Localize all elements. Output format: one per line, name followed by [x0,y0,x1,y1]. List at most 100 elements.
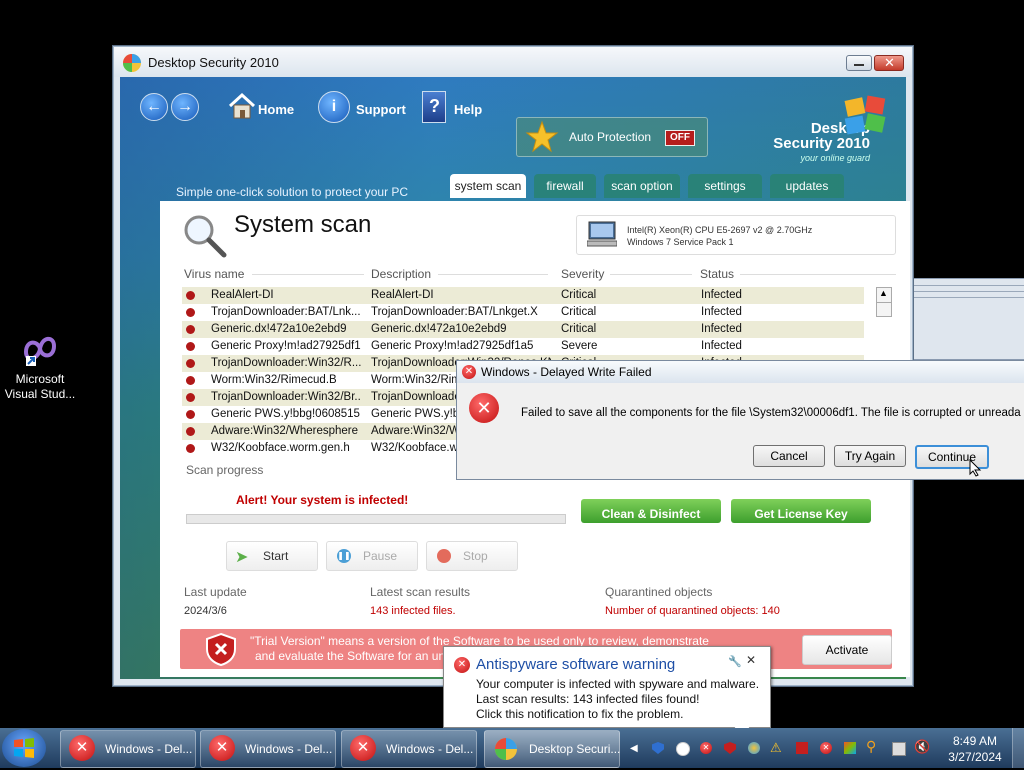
os-info: Windows 7 Service Pack 1 [627,237,734,247]
notification-error-icon: ✕ [454,657,470,673]
cell-name: TrojanDownloader:BAT/Lnk... [211,306,361,318]
help-icon[interactable]: ? [422,91,446,123]
minimize-button[interactable] [846,55,872,71]
column-header-status: Status [700,267,735,281]
biohazard-icon [186,393,195,402]
scan-progress-bar [186,514,566,524]
forward-arrow-icon[interactable]: → [171,93,199,121]
quarantined-label: Quarantined objects [605,585,713,599]
tray-volume-icon[interactable]: 🔇 [914,739,930,755]
dialog-title: Windows - Delayed Write Failed [481,365,652,379]
table-row[interactable]: Generic Proxy!m!ad27925df1... Generic Pro… [182,338,864,355]
taskbar-item-desktop-security[interactable]: Desktop Securi... [484,730,620,768]
cell-name: W32/Koobface.worm.gen.h [211,442,350,454]
cell-name: RealAlert-DI [211,289,274,301]
table-scrollbar[interactable]: ▲ [876,287,892,317]
dialog-titlebar[interactable]: ✕ Windows - Delayed Write Failed [457,361,1024,383]
last-update-value: 2024/3/6 [184,605,227,617]
biohazard-icon [186,342,195,351]
windows-logo-icon [14,738,34,758]
tagline: Simple one-click solution to protect you… [176,185,409,199]
cell-name: Generic Proxy!m!ad27925df1... [211,340,361,352]
cell-name: TrojanDownloader:Win32/Br... [211,391,361,403]
table-row[interactable]: RealAlert-DI RealAlert-DI Critical Infected [182,287,864,304]
clean-disinfect-button[interactable]: Clean & Disinfect [581,499,721,523]
back-arrow-icon[interactable]: ← [140,93,168,121]
latest-scan-results-label: Latest scan results [370,585,471,599]
table-row[interactable]: TrojanDownloader:BAT/Lnk... TrojanDownloa… [182,304,864,321]
desktop-icon-label-1: Microsoft [15,372,65,386]
antispyware-notification[interactable]: ✕ Antispyware software warning 🔧 ✕ Your … [443,646,771,738]
taskbar-item-error-3[interactable]: ✕ Windows - Del... [341,730,477,768]
stop-button[interactable]: Stop [426,541,518,571]
pause-button[interactable]: ❚❚ Pause [326,541,418,571]
biohazard-icon [186,427,195,436]
latest-scan-results-value: 143 infected files. [370,605,456,617]
activate-button[interactable]: Activate [802,635,892,665]
tray-windows-icon[interactable] [844,742,856,754]
biohazard-icon [186,291,195,300]
try-again-button[interactable]: Try Again [834,445,906,467]
window-title: Desktop Security 2010 [148,55,279,70]
biohazard-icon [186,376,195,385]
auto-protection-panel[interactable]: Auto Protection OFF [516,117,708,157]
tab-scan-option[interactable]: scan option [604,174,680,198]
tray-desktop-security-icon[interactable] [748,742,760,754]
cell-status: Infected [701,289,742,301]
taskbar-item-error-1[interactable]: ✕ Windows - Del... [60,730,196,768]
column-header-description: Description [371,267,432,281]
tab-system-scan[interactable]: system scan [450,174,526,198]
cell-status: Infected [701,340,742,352]
tray-flag-icon[interactable] [796,742,808,754]
tray-error-icon-2[interactable]: ✕ [820,742,832,754]
support-icon[interactable]: i [318,91,350,123]
biohazard-icon [186,359,195,368]
auto-protection-status[interactable]: OFF [665,130,695,146]
tray-expand-icon[interactable]: ◀ [630,743,638,754]
home-icon[interactable] [226,91,258,121]
delayed-write-failed-dialog: ✕ Windows - Delayed Write Failed ✕ Faile… [456,360,1024,480]
home-link[interactable]: Home [258,102,294,117]
tray-circle-icon[interactable] [676,742,690,756]
close-icon: ✕ [884,55,895,70]
tray-search-icon[interactable]: ⚲ [866,738,876,755]
taskbar-clock[interactable]: 8:49 AM 3/27/2024 [940,733,1010,765]
brand-line-2: Security 2010 [773,135,870,152]
tray-warning-icon[interactable]: ⚠ [770,740,782,756]
help-link[interactable]: Help [454,102,482,117]
dialog-message: Failed to save all the components for th… [521,407,1021,419]
visual-studio-icon [20,330,60,368]
table-row[interactable]: Generic.dx!472a10e2ebd9 Generic.dx!472a10… [182,321,864,338]
support-link[interactable]: Support [356,102,406,117]
biohazard-icon [186,325,195,334]
tab-updates[interactable]: updates [770,174,844,198]
tray-network-icon[interactable] [892,742,906,756]
mouse-cursor-icon [969,458,983,477]
notification-close-icon[interactable]: ✕ [746,653,756,667]
desktop-icon-visual-studio[interactable]: Microsoft Visual Stud... [4,330,76,402]
close-button[interactable]: ✕ [874,55,904,71]
red-shield-icon [204,632,238,667]
cell-name: Generic PWS.y!bbg!0608515... [211,408,361,420]
tray-red-shield-icon[interactable] [724,742,736,754]
cancel-button[interactable]: Cancel [753,445,825,467]
taskbar-item-error-2[interactable]: ✕ Windows - Del... [200,730,336,768]
stop-icon [437,549,451,563]
window-titlebar[interactable]: Desktop Security 2010 ✕ [114,47,912,77]
scroll-up-icon[interactable]: ▲ [879,288,888,298]
get-license-key-button[interactable]: Get License Key [731,499,871,523]
settings-wrench-icon[interactable]: 🔧 [728,655,742,668]
tray-shield-icon[interactable] [652,742,664,754]
show-desktop-button[interactable] [1012,728,1024,768]
clock-date: 3/27/2024 [948,750,1002,764]
start-button[interactable] [2,729,46,767]
start-button[interactable]: ➤ Start [226,541,318,571]
pause-icon: ❚❚ [337,549,351,563]
tray-error-icon[interactable]: ✕ [700,742,712,754]
tab-settings[interactable]: settings [688,174,762,198]
tab-firewall[interactable]: firewall [534,174,596,198]
app-shield-icon [122,53,142,73]
biohazard-icon [186,308,195,317]
cell-severity: Critical [561,306,597,318]
background-window-edge [911,278,1024,360]
